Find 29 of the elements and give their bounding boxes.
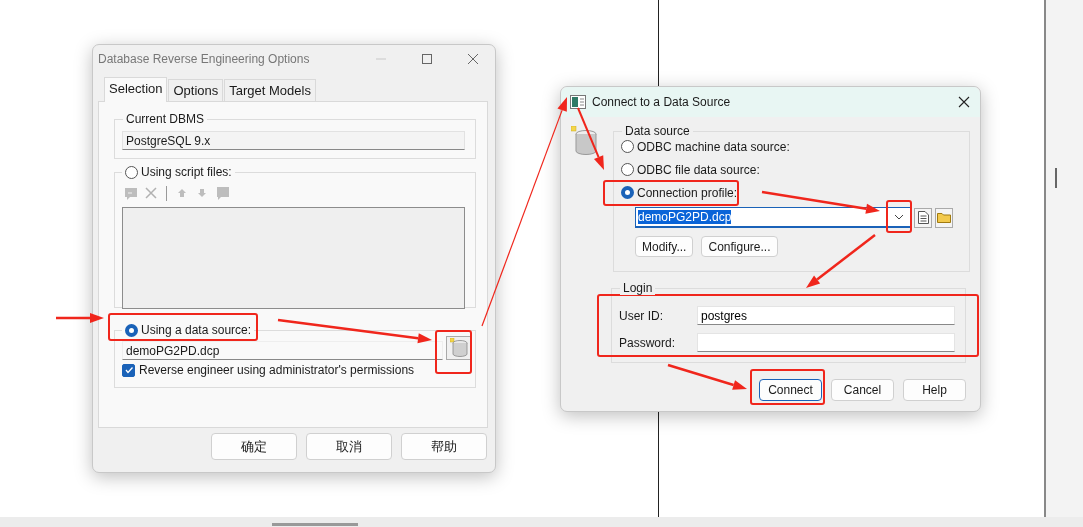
- radio-label: Using script files:: [141, 165, 232, 179]
- dialog-button[interactable]: 确定: [211, 433, 297, 460]
- radio-label: ODBC file data source:: [637, 162, 760, 177]
- checkbox-label: Reverse engineer using administrator's permissions: [139, 363, 415, 377]
- dialog-button[interactable]: Connect: [759, 379, 822, 401]
- group-label: Data source: [622, 124, 693, 138]
- tab[interactable]: Target Models: [224, 79, 316, 101]
- dbms-field[interactable]: PostgreSQL 9.x: [122, 131, 465, 150]
- field-label: User ID:: [619, 308, 664, 323]
- dialog-button[interactable]: Cancel: [831, 379, 894, 401]
- tab[interactable]: Options: [168, 79, 224, 101]
- dialog-button[interactable]: Configure...: [701, 236, 778, 257]
- radio-label: Using a data source:: [141, 323, 252, 337]
- field-label: Password:: [619, 335, 677, 350]
- window-title: Database Reverse Engineering Options: [98, 52, 311, 66]
- dialog-button[interactable]: Modify...: [635, 236, 694, 257]
- dialog-button[interactable]: 取消: [306, 433, 392, 460]
- dialog-button[interactable]: 帮助: [401, 433, 487, 460]
- tab[interactable]: Selection: [104, 77, 168, 102]
- data-source-field[interactable]: demoPG2PD.dcp: [122, 341, 443, 360]
- group-label: Login: [620, 281, 656, 295]
- radio-label: ODBC machine data source:: [637, 139, 790, 154]
- dialog-button[interactable]: Help: [903, 379, 966, 401]
- radio-label: Connection profile:: [637, 185, 738, 200]
- group-label: Current DBMS: [123, 112, 208, 126]
- window-title: Connect to a Data Source: [592, 95, 732, 109]
- dropdown-value: demoPG2PD.dcp: [638, 210, 732, 224]
- input-field[interactable]: postgres: [697, 306, 955, 325]
- profile-dropdown[interactable]: demoPG2PD.dcp: [635, 207, 911, 228]
